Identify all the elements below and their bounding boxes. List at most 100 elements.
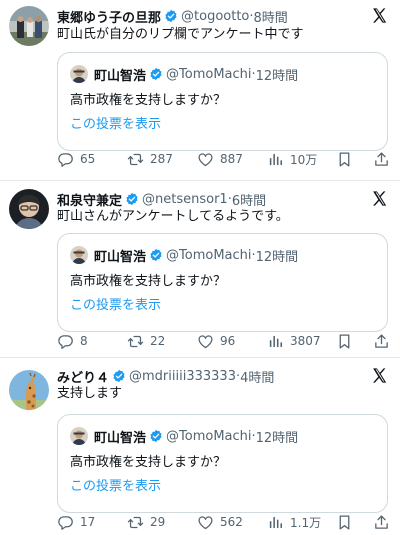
reply-count: 8 — [80, 334, 88, 348]
bookmark-button[interactable] — [336, 149, 353, 169]
verified-badge-icon — [149, 67, 163, 81]
timestamp[interactable]: 6時間 — [232, 190, 266, 209]
handle: @TomoMachi — [166, 247, 252, 263]
display-name[interactable]: みどり４ — [57, 367, 109, 386]
quoted-tweet[interactable]: 町山智浩 @TomoMachi · 12時間 高市政権を支持しますか？ この投票… — [57, 414, 388, 513]
verified-badge-icon — [164, 9, 178, 23]
reply-icon — [57, 514, 74, 531]
reply-count: 17 — [80, 515, 96, 529]
avatar — [70, 427, 88, 445]
action-bar: 65 287 887 10万 — [57, 149, 392, 169]
handle[interactable]: @netsensor1 — [142, 192, 228, 207]
repost-button[interactable]: 287 — [127, 149, 173, 169]
x-logo-icon — [371, 190, 388, 207]
quoted-tweet-text: 高市政権を支持しますか？ — [70, 274, 227, 289]
tweet-header: 東郷ゆう子の旦那 @togootto · 8時間 — [57, 6, 366, 26]
views-button[interactable]: 1.1万 — [267, 512, 321, 532]
repost-button[interactable]: 29 — [127, 512, 165, 532]
tweet-text: 町山氏が自分のリプ欄でアンケート中です — [57, 27, 304, 42]
display-name[interactable]: 和泉守兼定 — [57, 190, 122, 209]
tweet-header: 和泉守兼定 @netsensor1 · 6時間 — [57, 189, 366, 209]
show-poll-link[interactable]: この投票を表示 — [70, 475, 161, 494]
reply-button[interactable]: 17 — [57, 512, 95, 532]
bookmark-icon — [336, 151, 353, 168]
display-name: 町山智浩 — [94, 68, 147, 84]
repost-count: 29 — [150, 515, 166, 529]
show-poll-link[interactable]: この投票を表示 — [70, 113, 161, 132]
avatar[interactable] — [9, 189, 49, 229]
handle: @TomoMachi — [166, 66, 252, 82]
reply-button[interactable]: 65 — [57, 149, 95, 169]
avatar[interactable] — [9, 370, 49, 410]
repost-count: 22 — [150, 334, 166, 348]
quoted-tweet[interactable]: 町山智浩 @TomoMachi · 12時間 高市政権を支持しますか？ この投票… — [57, 52, 388, 151]
x-logo-icon — [371, 367, 388, 384]
tweet-text: 支持します — [57, 386, 123, 401]
views-icon — [267, 333, 284, 350]
display-name: 町山智浩 — [94, 430, 147, 446]
tweet[interactable]: みどり４ @mdriiiii333333 · 4時間 支持します 町山智浩 @T… — [0, 358, 400, 535]
views-button[interactable]: 3807 — [267, 331, 321, 351]
action-bar: 17 29 562 1.1万 — [57, 512, 392, 532]
like-count: 96 — [220, 334, 236, 348]
view-count: 1.1万 — [290, 515, 322, 530]
reply-count: 65 — [80, 152, 96, 166]
like-count: 562 — [220, 515, 243, 529]
verified-badge-icon — [125, 192, 139, 206]
reply-icon — [57, 151, 74, 168]
handle: @TomoMachi — [166, 428, 252, 444]
repost-count: 287 — [150, 152, 173, 166]
quoted-tweet-header: 町山智浩 @TomoMachi · 12時間 — [94, 245, 379, 265]
like-icon — [197, 514, 214, 531]
avatar — [70, 246, 88, 264]
timestamp[interactable]: 8時間 — [254, 7, 288, 26]
avatar[interactable] — [9, 6, 49, 46]
bookmark-button[interactable] — [336, 512, 353, 532]
quoted-tweet-header: 町山智浩 @TomoMachi · 12時間 — [94, 64, 379, 84]
share-button[interactable] — [373, 512, 390, 532]
share-icon — [373, 333, 390, 350]
verified-badge-icon — [149, 429, 163, 443]
reply-button[interactable]: 8 — [57, 331, 88, 351]
display-name[interactable]: 東郷ゆう子の旦那 — [57, 7, 161, 26]
action-bar: 8 22 96 3807 — [57, 331, 392, 351]
display-name: 町山智浩 — [94, 249, 147, 265]
share-button[interactable] — [373, 149, 390, 169]
like-button[interactable]: 887 — [197, 149, 243, 169]
like-count: 887 — [220, 152, 243, 166]
repost-icon — [127, 514, 144, 531]
verified-badge-icon — [149, 248, 163, 262]
tweet[interactable]: 和泉守兼定 @netsensor1 · 6時間 町山さんがアンケートしてるようで… — [0, 181, 400, 358]
bookmark-icon — [336, 514, 353, 531]
views-button[interactable]: 10万 — [267, 149, 317, 169]
timestamp: 12時間 — [255, 68, 299, 84]
handle[interactable]: @mdriiiii333333 — [129, 369, 236, 384]
repost-icon — [127, 333, 144, 350]
timestamp: 12時間 — [255, 430, 299, 446]
share-icon — [373, 151, 390, 168]
share-icon — [373, 514, 390, 531]
handle[interactable]: @togootto — [181, 9, 249, 24]
quoted-tweet-text: 高市政権を支持しますか？ — [70, 455, 227, 470]
x-logo-icon — [371, 7, 388, 24]
bookmark-button[interactable] — [336, 331, 353, 351]
avatar — [70, 65, 88, 83]
timestamp: 12時間 — [255, 249, 299, 265]
bookmark-icon — [336, 333, 353, 350]
reply-icon — [57, 333, 74, 350]
timestamp[interactable]: 4時間 — [240, 367, 274, 386]
repost-icon — [127, 151, 144, 168]
quoted-tweet[interactable]: 町山智浩 @TomoMachi · 12時間 高市政権を支持しますか？ この投票… — [57, 233, 388, 332]
quoted-tweet-header: 町山智浩 @TomoMachi · 12時間 — [94, 426, 379, 446]
verified-badge-icon — [112, 369, 126, 383]
repost-button[interactable]: 22 — [127, 331, 165, 351]
tweet[interactable]: 東郷ゆう子の旦那 @togootto · 8時間 町山氏が自分のリプ欄でアンケー… — [0, 0, 400, 181]
like-button[interactable]: 96 — [197, 331, 235, 351]
tweet-header: みどり４ @mdriiiii333333 · 4時間 — [57, 366, 366, 386]
like-icon — [197, 151, 214, 168]
show-poll-link[interactable]: この投票を表示 — [70, 294, 161, 313]
share-button[interactable] — [373, 331, 390, 351]
like-button[interactable]: 562 — [197, 512, 243, 532]
quoted-tweet-text: 高市政権を支持しますか？ — [70, 93, 227, 108]
views-icon — [267, 514, 284, 531]
